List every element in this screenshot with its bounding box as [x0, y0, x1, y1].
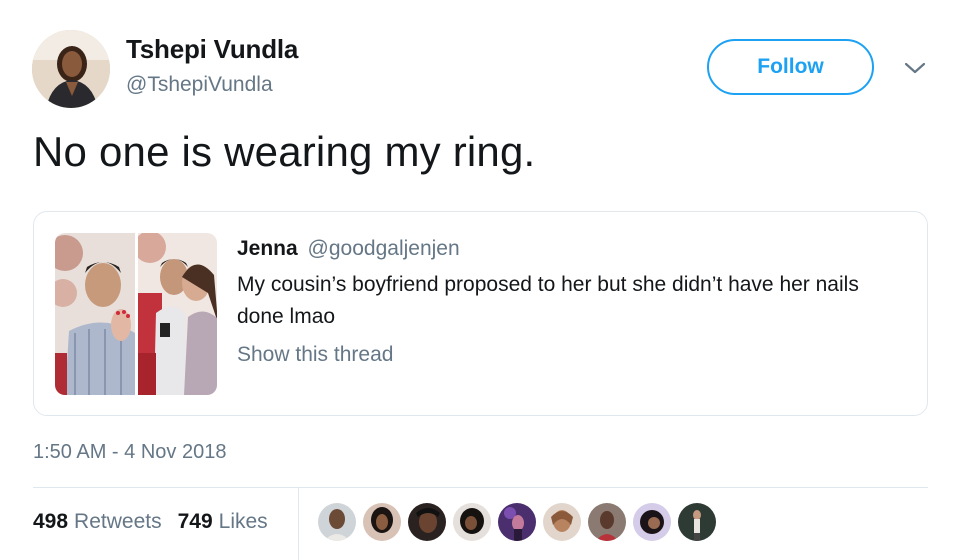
retweets-label: Retweets	[74, 510, 162, 533]
liker-avatar[interactable]	[318, 503, 356, 541]
author-avatar-image	[32, 30, 110, 108]
retweets-count: 498	[33, 510, 69, 533]
author-name[interactable]: Tshepi Vundla	[126, 34, 298, 65]
follow-button[interactable]: Follow	[707, 39, 874, 95]
retweets-stat[interactable]: 498 Retweets	[33, 510, 162, 534]
quoted-photo-right	[137, 233, 217, 395]
liker-avatar[interactable]	[498, 503, 536, 541]
liker-avatar[interactable]	[588, 503, 626, 541]
quoted-photo-left	[55, 233, 135, 395]
quoted-tweet-text: My cousin’s boyfriend proposed to her bu…	[237, 273, 859, 328]
stats-vertical-divider	[298, 488, 299, 560]
tweet-text: No one is wearing my ring.	[33, 128, 536, 175]
liker-avatar[interactable]	[408, 503, 446, 541]
likes-count: 749	[177, 510, 213, 533]
show-thread-link[interactable]: Show this thread	[237, 343, 393, 367]
author-handle[interactable]: @TshepiVundla	[126, 73, 273, 97]
quoted-author-name: Jenna	[237, 237, 298, 260]
liker-avatar[interactable]	[678, 503, 716, 541]
likes-stat[interactable]: 749 Likes	[178, 510, 268, 534]
quoted-author-handle: @goodgaljenjen	[307, 237, 460, 260]
quoted-tweet-card[interactable]: Jenna @goodgaljenjen My cousin’s boyfrie…	[33, 211, 928, 416]
quoted-author: Jenna @goodgaljenjen	[237, 237, 460, 261]
author-avatar[interactable]	[32, 30, 110, 108]
tweet-stats: 498 Retweets 749 Likes	[33, 510, 268, 534]
stats-divider	[33, 487, 928, 488]
likes-label: Likes	[218, 510, 268, 533]
liker-avatar[interactable]	[453, 503, 491, 541]
liker-avatar[interactable]	[363, 503, 401, 541]
quoted-tweet-media[interactable]	[55, 233, 217, 395]
liker-avatar[interactable]	[633, 503, 671, 541]
tweet-timestamp[interactable]: 1:50 AM - 4 Nov 2018	[33, 441, 226, 464]
likers-avatars	[318, 503, 716, 541]
chevron-down-icon[interactable]	[903, 58, 927, 78]
liker-avatar[interactable]	[543, 503, 581, 541]
